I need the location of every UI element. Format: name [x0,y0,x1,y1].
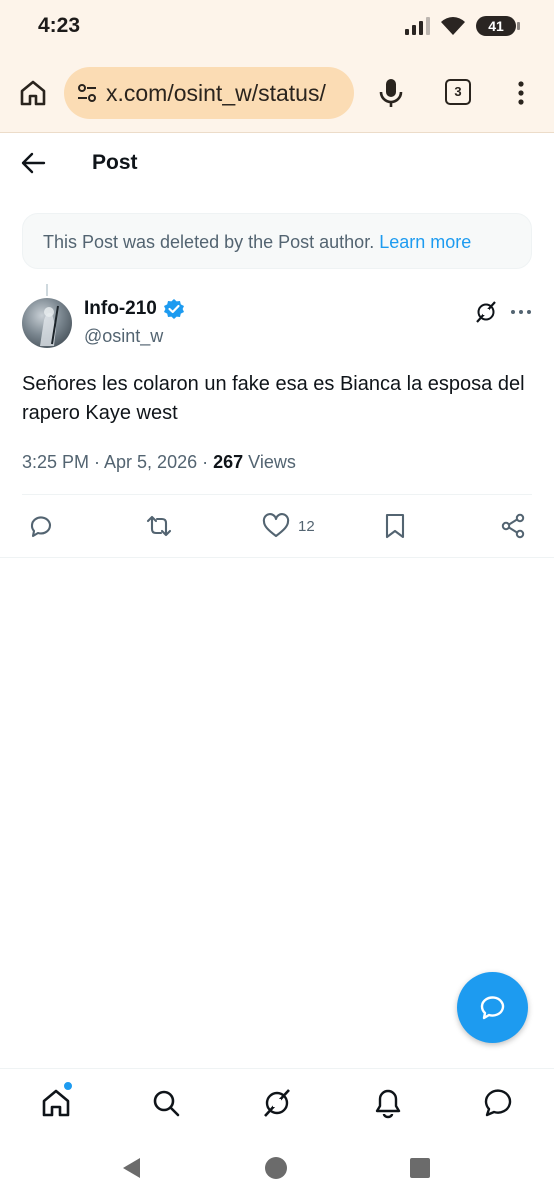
page-title: Post [92,151,138,174]
bookmark-icon [385,513,405,539]
url-text[interactable]: x.com/osint_w/status/ [106,80,346,107]
deleted-notice-text: This Post was deleted by the Post author… [43,232,380,252]
reply-icon [30,516,52,538]
author-name[interactable]: Info-210 [84,298,157,320]
home-icon[interactable] [40,1087,72,1119]
deleted-post-notice: This Post was deleted by the Post author… [22,213,532,269]
verified-badge-icon [163,299,184,319]
mic-icon[interactable] [378,78,404,108]
post-text: Señores les colaron un fake esa es Bianc… [22,373,525,424]
divider [22,494,532,495]
chat-compose-icon [480,996,505,1020]
like-count: 12 [298,517,315,535]
home-icon[interactable] [18,78,48,108]
browser-toolbar: x.com/osint_w/status/ 3 [0,58,554,133]
home-badge [63,1081,73,1091]
views-count: 267 [213,452,244,472]
post-timestamp[interactable]: 3:25 PM · Apr 5, 2026 · [22,452,213,472]
share-button[interactable] [500,512,526,540]
recents-square-icon[interactable] [410,1158,430,1178]
share-icon [501,513,525,539]
thread-connector [46,284,48,296]
bookmark-button[interactable] [384,512,406,540]
post-meta: 3:25 PM · Apr 5, 2026 · 267 Views [22,452,296,473]
page-header: Post [0,132,554,194]
compose-fab[interactable] [457,972,528,1043]
battery-indicator: 41 [476,16,520,36]
grok-icon[interactable] [261,1087,293,1119]
back-triangle-icon[interactable] [120,1156,144,1180]
back-arrow-icon[interactable] [20,150,46,176]
signal-icon [405,17,430,35]
grok-icon[interactable] [474,300,498,324]
messages-icon[interactable] [482,1087,514,1119]
address-bar[interactable]: x.com/osint_w/status/ [64,67,354,119]
author-handle[interactable]: @osint_w [84,326,163,347]
avatar[interactable] [22,298,72,348]
wifi-icon [441,17,465,35]
site-settings-icon[interactable] [76,82,98,104]
status-time: 4:23 [38,14,81,37]
status-bar: 4:23 41 [0,0,554,58]
more-vert-icon[interactable] [510,80,532,106]
tabs-icon[interactable]: 3 [445,79,471,105]
learn-more-link[interactable]: Learn more [379,232,471,252]
bottom-nav [0,1068,554,1137]
home-circle-icon[interactable] [264,1156,288,1180]
post-actions: 12 [0,506,554,546]
repost-icon [146,515,172,537]
notifications-icon[interactable] [372,1087,404,1119]
like-icon [262,513,290,538]
search-icon[interactable] [150,1087,182,1119]
more-horizontal-icon[interactable] [510,302,532,322]
like-button[interactable]: 12 [262,512,315,540]
repost-button[interactable] [144,512,174,540]
author-name-row[interactable]: Info-210 [84,298,185,320]
reply-button[interactable] [28,512,54,540]
system-nav-bar [0,1136,554,1200]
divider [0,557,554,558]
status-icons: 41 [404,16,520,36]
views-label: Views [243,452,296,472]
